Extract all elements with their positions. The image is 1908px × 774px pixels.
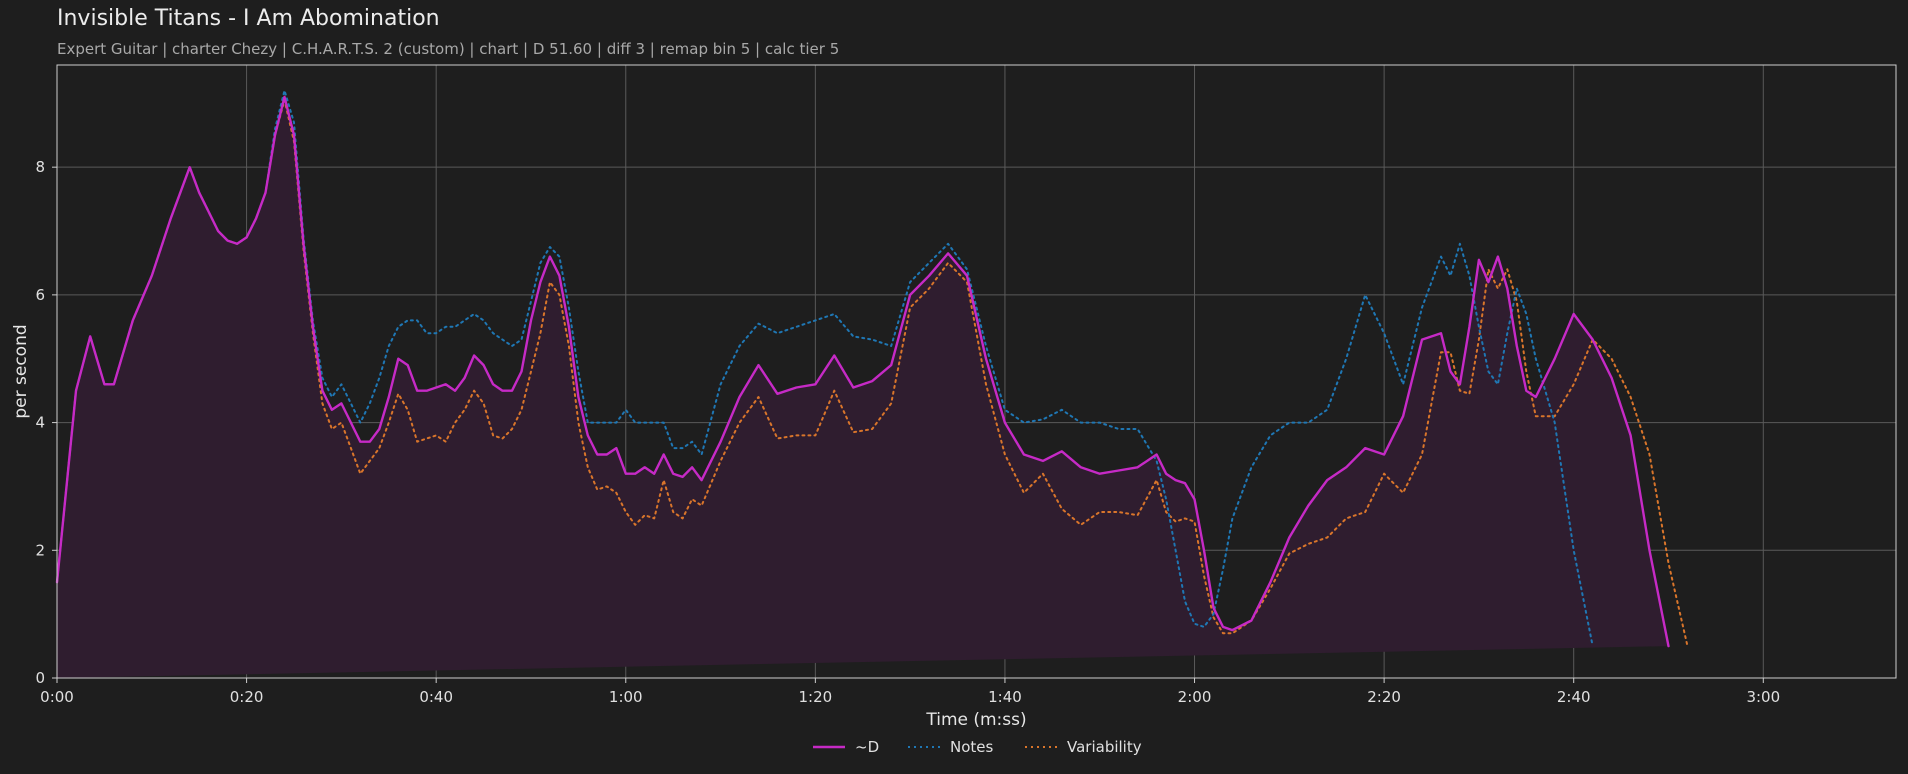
legend-label: ~D	[855, 738, 879, 756]
x-axis-label: Time (m:ss)	[925, 710, 1026, 730]
y-tick-label: 6	[35, 286, 45, 304]
y-tick-label: 8	[35, 158, 45, 176]
x-tick-label: 0:20	[230, 688, 264, 706]
x-tick-label: 0:40	[419, 688, 453, 706]
y-tick-label: 0	[35, 669, 45, 687]
chart-canvas: 0:00 0:20 0:40 1:00 1:20 1:40 2:00 2:20 2:40 3:00…	[11, 64, 1897, 756]
x-tick-label: 0:00	[40, 688, 74, 706]
x-tick-label: 2:00	[1178, 688, 1212, 706]
legend: ~D Notes Variability	[813, 738, 1142, 756]
legend-label: Notes	[950, 738, 994, 756]
x-tick-label: 3:00	[1746, 688, 1780, 706]
x-tick-label: 1:40	[988, 688, 1022, 706]
legend-label: Variability	[1067, 738, 1142, 756]
plot-layer	[55, 89, 1689, 678]
y-tick-label: 4	[35, 414, 45, 432]
y-tick-label: 2	[35, 541, 45, 559]
x-tick-label: 1:20	[799, 688, 833, 706]
x-tick-label: 1:00	[609, 688, 643, 706]
y-axis-label: per second	[11, 324, 31, 418]
x-tick-label: 2:20	[1367, 688, 1401, 706]
x-tick-label: 2:40	[1557, 688, 1591, 706]
